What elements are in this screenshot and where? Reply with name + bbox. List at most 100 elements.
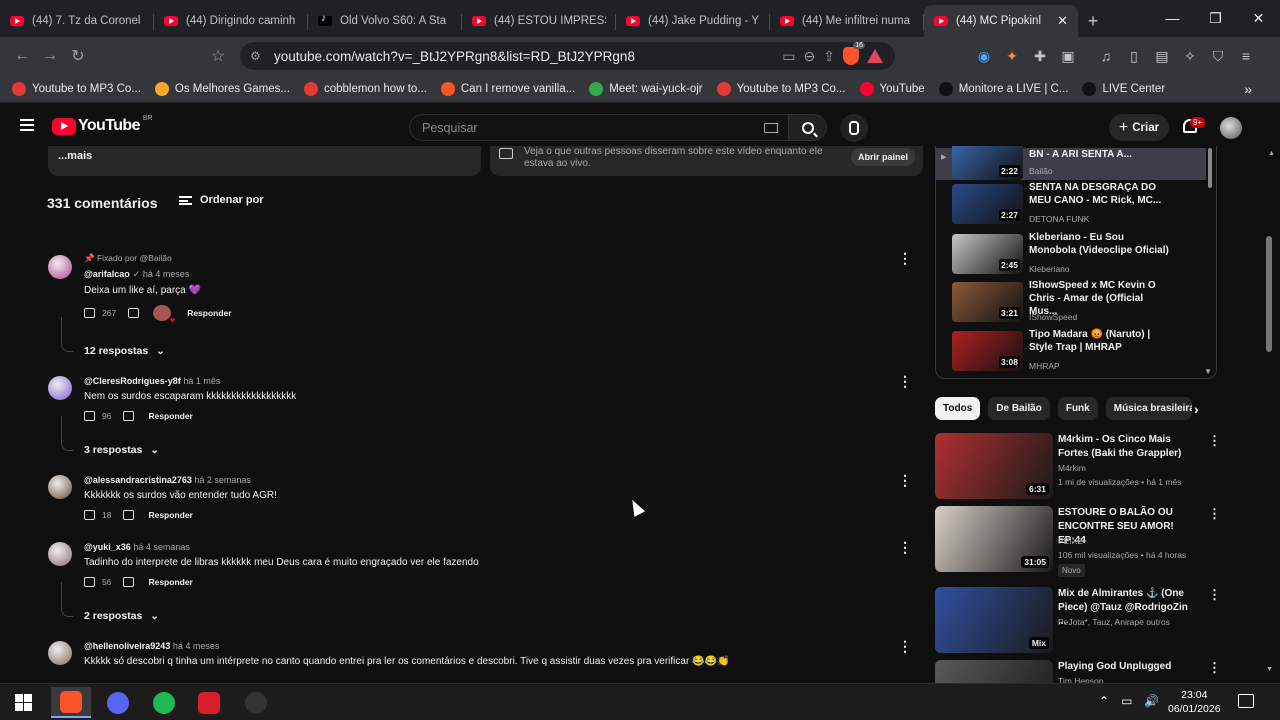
playlist-item[interactable]: 3:08 Tipo Madara 😡 (Naruto) | Style Trap … [952,329,1207,377]
page-scroll-up-icon[interactable]: ▲ [1268,150,1275,157]
windows-start-icon[interactable] [15,694,32,711]
like-icon[interactable] [84,411,95,421]
close-window-button[interactable]: ✕ [1237,0,1280,36]
comment-author[interactable]: @hellenoliveira9243 [84,641,170,651]
like-icon[interactable] [84,308,95,318]
notification-center-icon[interactable] [1238,694,1254,708]
description-more-link[interactable]: ...mais [58,150,92,162]
search-input[interactable]: Pesquisar [409,114,789,141]
hamburger-menu-icon[interactable] [20,119,34,131]
taskbar-obs-button[interactable] [236,687,276,718]
site-info-icon[interactable]: ⚙ [250,49,261,63]
video-menu-icon[interactable]: ⋮ [1208,587,1221,603]
taskbar-brave-button[interactable] [51,687,91,718]
description-box[interactable]: ...mais [48,146,481,176]
filter-chip[interactable]: De Bailão [988,397,1050,420]
view-replies-button[interactable]: 2 respostas ⌄ [84,610,159,622]
filter-chip[interactable]: Todos [935,397,981,420]
create-button[interactable]: + Criar [1109,114,1169,141]
video-channel[interactable]: PEIXE [1058,536,1083,546]
share-icon[interactable]: ⇪ [823,48,835,65]
bookmark-item[interactable]: Meet: wai-yuck-ojr [589,81,703,96]
recommended-video[interactable]: Mix Mix de Almirantes ⚓ (One Piece) @Tauz… [935,587,1221,657]
search-button[interactable] [789,114,827,141]
comment-time[interactable]: há 4 meses [173,641,220,651]
sidebar-icon[interactable]: ▯ [1125,47,1143,65]
network-icon[interactable]: ▭ [1121,694,1132,708]
restore-button[interactable]: ❐ [1194,0,1237,36]
wallet-icon[interactable]: ▤ [1153,47,1171,65]
scroll-down-icon[interactable]: ▼ [1204,367,1212,376]
view-replies-button[interactable]: 12 respostas ⌄ [84,345,165,357]
brave-shields-icon[interactable]: 16 [843,42,865,65]
comment-avatar[interactable] [48,475,72,499]
playlist-item[interactable]: 3:21 IShowSpeed x MC Kevin O Chris - Amar… [952,280,1207,328]
bookmark-item[interactable]: LIVE Center [1082,81,1165,96]
bookmark-item[interactable]: Os Melhores Games... [154,81,290,96]
comment-avatar[interactable] [48,641,72,665]
video-menu-icon[interactable]: ⋮ [1208,660,1221,676]
comment-menu-icon[interactable]: ⋮ [898,473,912,487]
voice-search-button[interactable] [840,114,868,142]
address-bar[interactable]: ⚙ youtube.com/watch?v=_BtJ2YPRgn8&list=R… [240,42,895,70]
video-channel[interactable]: PeJota*, Tauz, Anirape outros [1058,617,1170,627]
reply-button[interactable]: Responder [148,577,192,587]
recommended-video[interactable]: 31:05 ESTOURE O BALÃO OU ENCONTRE SEU AMO… [935,506,1221,577]
open-panel-button[interactable]: Abrir painel [850,148,915,166]
comment-author[interactable]: @arifalcao [84,269,130,279]
video-menu-icon[interactable]: ⋮ [1208,506,1221,522]
comment-time[interactable]: há 2 semanas [194,475,251,485]
comment-author[interactable]: @yuki_x36 [84,542,131,552]
extension-icon[interactable]: ✦ [1003,47,1021,65]
reply-button[interactable]: Responder [148,510,192,520]
bookmark-item[interactable]: Youtube to MP3 Co... [716,81,846,96]
browser-tab[interactable]: (44) Jake Pudding - Y [616,5,770,37]
shield-icon[interactable]: ⛉ [1209,47,1227,65]
bookmark-icon[interactable]: ☆ [204,42,232,70]
page-scrollbar[interactable] [1266,236,1272,352]
clock[interactable]: 23:04 06/01/2026 [1168,688,1221,716]
page-scroll-down-icon[interactable]: ▼ [1266,666,1273,673]
comment-time[interactable]: há 4 semanas [133,542,190,552]
volume-icon[interactable]: 🔊 [1144,694,1159,708]
comment-avatar[interactable] [48,376,72,400]
comment-menu-icon[interactable]: ⋮ [898,251,912,265]
dislike-icon[interactable] [123,510,135,520]
playlist-item[interactable]: 2:45 Kleberiano - Eu Sou Monobola (Videoc… [952,232,1207,280]
playlist-item[interactable]: 2:27 SENTA NA DESGRAÇA DO MEU CANO - MC R… [952,182,1207,230]
dislike-icon[interactable] [128,308,140,318]
bookmark-item[interactable]: Can I remove vanilla... [440,81,575,96]
reply-button[interactable]: Responder [187,308,231,318]
keyboard-icon[interactable] [764,123,778,133]
tray-overflow-icon[interactable]: ⌃ [1099,694,1109,708]
video-channel[interactable]: M4rkim [1058,463,1086,473]
video-menu-icon[interactable]: ⋮ [1208,433,1221,449]
view-replies-button[interactable]: 3 respostas ⌄ [84,444,159,456]
playlist-scrollbar[interactable] [1208,148,1212,188]
video-title[interactable]: M4rkim - Os Cinco Mais Fortes (Baki the … [1058,433,1196,461]
browser-tab[interactable]: (44) Me infiltrei numa [770,5,924,37]
like-icon[interactable] [84,577,95,587]
browser-tab[interactable]: (44) 7. Tz da Coronel [0,5,154,37]
chips-next-icon[interactable]: › [1194,401,1199,417]
browser-tab[interactable]: (44) MC Pipokinl ✕ [924,5,1078,37]
new-tab-button[interactable]: + [1078,5,1108,37]
recommended-video[interactable]: 6:31 M4rkim - Os Cinco Mais Fortes (Baki … [935,433,1221,503]
minimize-button[interactable]: — [1151,0,1194,36]
dislike-icon[interactable] [123,577,135,587]
forward-button[interactable]: → [36,42,64,70]
comment-time[interactable]: há 4 meses [143,269,190,279]
comment-time[interactable]: há 1 mês [183,376,220,386]
taskbar-discord-button[interactable] [98,687,138,718]
bookmark-item[interactable]: YouTube [859,81,925,96]
zoom-icon[interactable]: ⊖ [804,48,816,65]
dislike-icon[interactable] [123,411,135,421]
taskbar-tf-button[interactable] [189,687,229,718]
bookmark-item[interactable]: Youtube to MP3 Co... [12,81,141,96]
more-bookmarks-icon[interactable]: » [1244,81,1252,97]
close-tab-icon[interactable]: ✕ [1057,13,1068,29]
comment-menu-icon[interactable]: ⋮ [898,374,912,388]
extension-icon[interactable]: ◉ [975,47,993,65]
cast-icon[interactable]: ▭ [782,48,795,65]
puzzle-icon[interactable]: ✚ [1031,47,1049,65]
